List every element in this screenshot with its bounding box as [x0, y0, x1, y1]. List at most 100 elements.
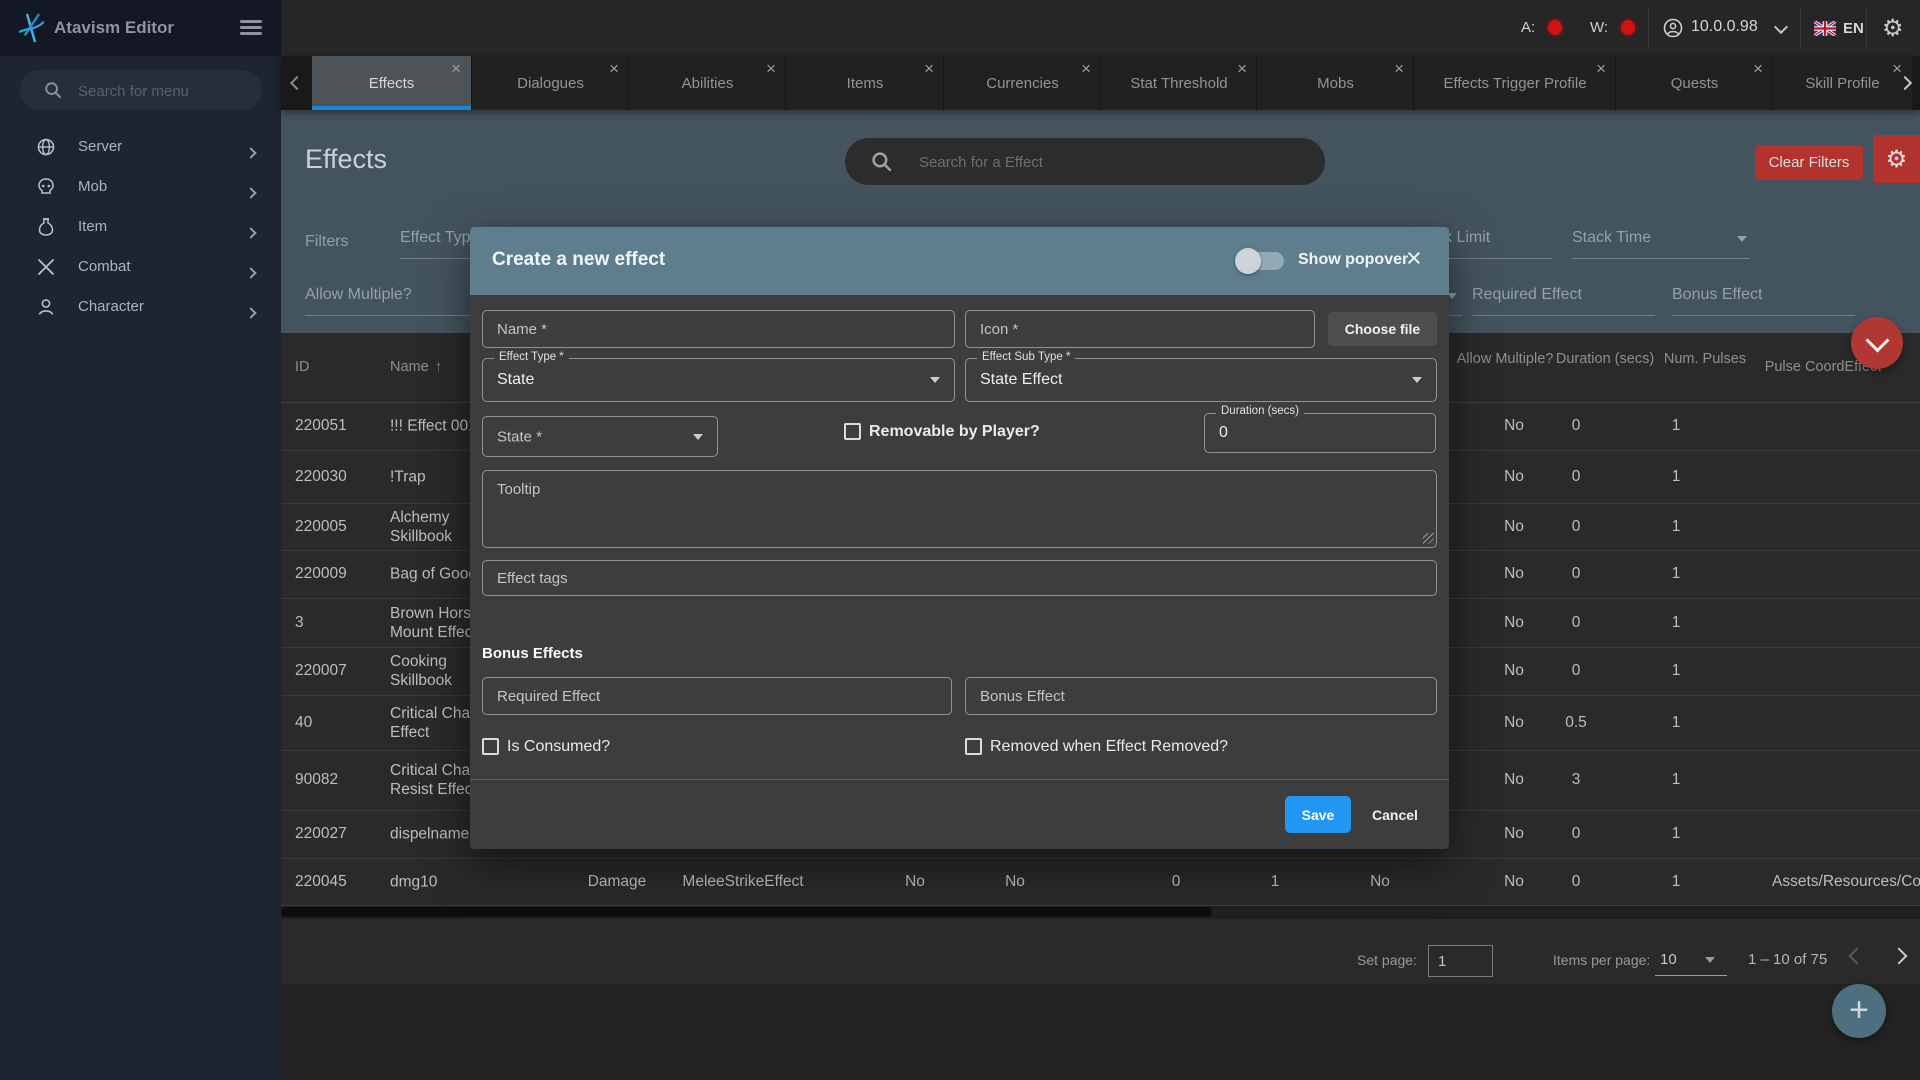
table-cell: 220027 — [295, 825, 347, 843]
table-cell: No — [1504, 565, 1524, 583]
removed-when-checkbox[interactable] — [965, 738, 982, 755]
chevron-down-icon[interactable] — [1774, 20, 1788, 34]
tab-items[interactable]: Items — [785, 56, 944, 110]
icon-input[interactable] — [965, 310, 1315, 348]
tab-close-icon[interactable] — [766, 60, 776, 77]
tab-close-icon[interactable] — [1394, 60, 1404, 77]
tab-close-icon[interactable] — [1753, 60, 1763, 77]
sidebar: ServerMobItemCombatCharacter — [0, 56, 281, 1080]
filter-required-effect[interactable]: Required Effect — [1472, 286, 1582, 304]
tab-close-icon[interactable] — [609, 60, 619, 77]
effect-search[interactable] — [845, 138, 1325, 185]
effect-type-select[interactable]: State — [482, 358, 955, 402]
is-consumed-checkbox[interactable] — [482, 738, 499, 755]
close-icon[interactable] — [1406, 245, 1422, 272]
table-cell: 1 — [1672, 565, 1681, 583]
modal-header: Create a new effect Show popover — [470, 227, 1449, 295]
settings-gear-icon[interactable]: ⚙ — [1882, 16, 1904, 40]
tab-close-icon[interactable] — [1596, 60, 1606, 77]
atavism-logo-icon — [16, 12, 46, 44]
tab-close-icon[interactable] — [924, 60, 934, 77]
show-popover-toggle[interactable] — [1240, 252, 1284, 270]
removable-checkbox[interactable] — [844, 423, 861, 440]
filter-underline — [1472, 315, 1655, 316]
dropdown-caret-icon — [693, 434, 703, 440]
filter-underline — [1572, 258, 1750, 259]
tab-label: Quests — [1616, 75, 1773, 92]
save-button[interactable]: Save — [1285, 796, 1351, 833]
sidebar-item-item[interactable]: Item — [0, 208, 281, 248]
tab-mobs[interactable]: Mobs — [1256, 56, 1414, 110]
table-cell: No — [1504, 614, 1524, 632]
tab-currencies[interactable]: Currencies — [943, 56, 1101, 110]
horizontal-scrollbar[interactable] — [281, 906, 1920, 918]
filter-allow-multiple[interactable]: Allow Multiple? — [305, 286, 412, 304]
tab-label: Currencies — [944, 75, 1101, 92]
sidebar-search[interactable] — [20, 70, 262, 110]
scroll-down-fab[interactable] — [1851, 317, 1903, 369]
table-cell: 1 — [1672, 771, 1681, 789]
potion-icon — [36, 217, 56, 237]
tab-dialogues[interactable]: Dialogues — [471, 56, 629, 110]
tab-abilities[interactable]: Abilities — [628, 56, 786, 110]
items-per-page-value[interactable]: 10 — [1660, 951, 1677, 968]
duration-input[interactable] — [1204, 413, 1436, 453]
prev-page-icon[interactable] — [1851, 949, 1863, 967]
col-id[interactable]: ID — [295, 359, 310, 375]
tab-scroll-right[interactable] — [1889, 56, 1920, 110]
tab-scroll-left[interactable] — [281, 56, 312, 110]
effect-tags-input[interactable] — [482, 560, 1437, 596]
language-label[interactable]: EN — [1843, 20, 1864, 37]
filter-stack-time[interactable]: Stack Time — [1572, 229, 1651, 247]
tab-effects-trigger-profile[interactable]: Effects Trigger Profile — [1413, 56, 1616, 110]
menu-hamburger-icon[interactable] — [240, 20, 262, 36]
topbar-divider — [1866, 8, 1867, 48]
tab-close-icon[interactable] — [451, 60, 461, 77]
col-duration[interactable]: Duration (secs) — [1550, 351, 1660, 368]
cancel-button[interactable]: Cancel — [1360, 796, 1430, 833]
tab-label: Abilities — [629, 75, 786, 92]
tab-close-icon[interactable] — [1237, 60, 1247, 77]
col-allow-multiple[interactable]: Allow Multiple? — [1450, 351, 1560, 368]
add-effect-fab[interactable]: + — [1832, 984, 1886, 1038]
state-select[interactable]: State * — [482, 416, 718, 457]
tab-quests[interactable]: Quests — [1615, 56, 1773, 110]
scrollbar-thumb[interactable] — [281, 907, 1212, 917]
plus-icon: + — [1849, 993, 1869, 1027]
filter-bonus-effect[interactable]: Bonus Effect — [1672, 286, 1762, 304]
table-settings-button[interactable]: ⚙ — [1873, 135, 1920, 183]
tooltip-textarea[interactable] — [482, 470, 1437, 548]
tab-effects[interactable]: Effects — [312, 56, 471, 110]
choose-file-button[interactable]: Choose file — [1328, 312, 1437, 346]
server-ip[interactable]: 10.0.0.98 — [1691, 18, 1758, 36]
sidebar-item-character[interactable]: Character — [0, 288, 281, 328]
state-placeholder: State * — [497, 428, 542, 445]
table-cell: No — [905, 873, 925, 891]
table-cell: No — [1005, 873, 1025, 891]
set-page-input[interactable] — [1428, 945, 1493, 977]
effect-type-value: State — [497, 371, 534, 389]
table-cell: 1 — [1672, 468, 1681, 486]
effect-sub-type-select[interactable]: State Effect — [965, 358, 1437, 402]
sidebar-item-server[interactable]: Server — [0, 128, 281, 168]
required-effect-input[interactable] — [482, 677, 952, 715]
table-row[interactable]: 220045dmg10DamageMeleeStrikeEffectNoNo01… — [281, 858, 1920, 906]
next-page-icon[interactable] — [1893, 949, 1905, 967]
set-page-label: Set page: — [1357, 952, 1417, 968]
sidebar-search-input[interactable] — [76, 70, 250, 112]
effect-search-input[interactable] — [917, 138, 1301, 187]
tab-stat-threshold[interactable]: Stat Threshold — [1100, 56, 1257, 110]
tab-label: Effects — [312, 75, 471, 92]
sidebar-item-combat[interactable]: Combat — [0, 248, 281, 288]
col-name[interactable]: Name — [390, 359, 442, 375]
tab-close-icon[interactable] — [1081, 60, 1091, 77]
bonus-effect-input[interactable] — [965, 677, 1437, 715]
clear-filters-button[interactable]: Clear Filters — [1755, 145, 1863, 180]
filter-effect-type[interactable]: Effect Type — [400, 229, 479, 247]
effect-type-label: Effect Type * — [494, 351, 569, 363]
name-input[interactable] — [482, 310, 955, 348]
table-cell: 1 — [1672, 518, 1681, 536]
sidebar-item-mob[interactable]: Mob — [0, 168, 281, 208]
modal-title: Create a new effect — [492, 249, 665, 271]
table-cell: 0 — [1572, 565, 1581, 583]
